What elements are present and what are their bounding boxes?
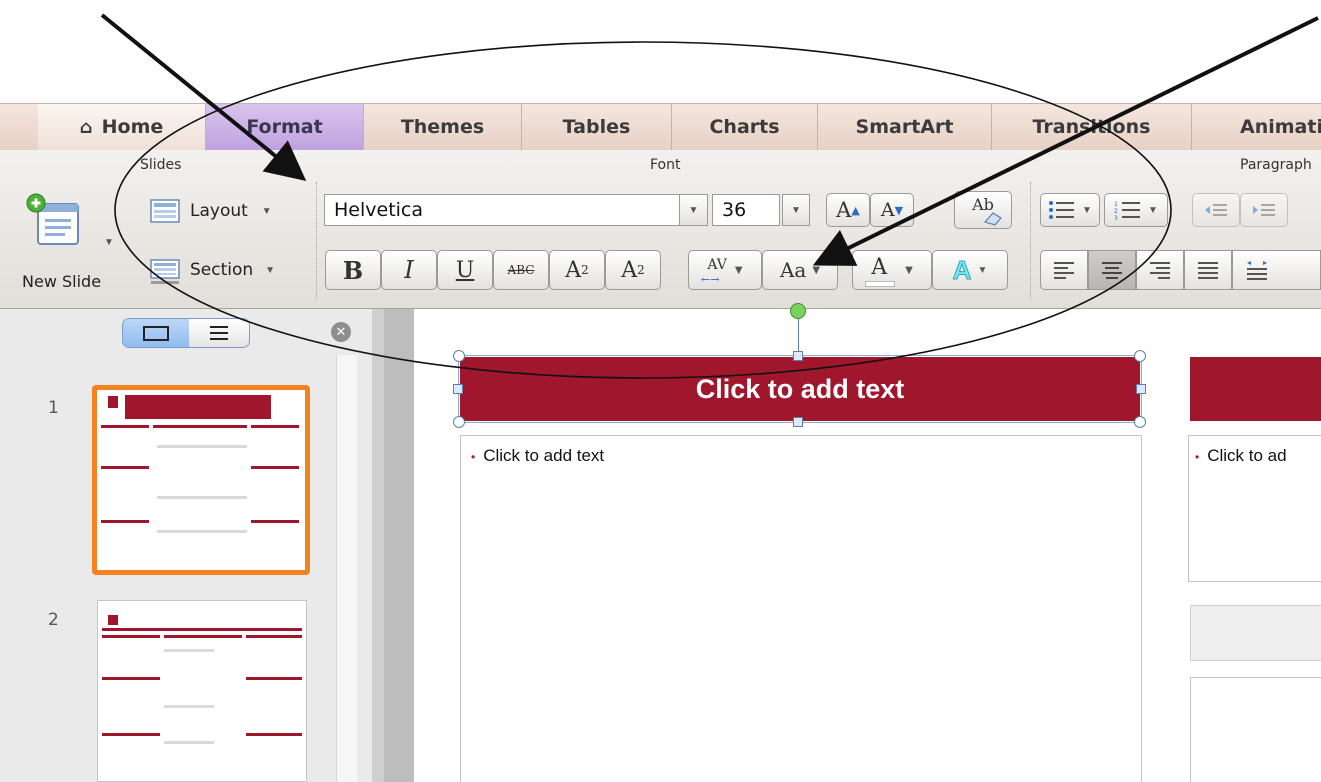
highlight-ellipse xyxy=(114,41,1172,379)
arrow-to-font-field xyxy=(100,13,307,182)
arrow-to-change-case xyxy=(812,16,1319,266)
annotation-overlay xyxy=(100,13,1319,379)
